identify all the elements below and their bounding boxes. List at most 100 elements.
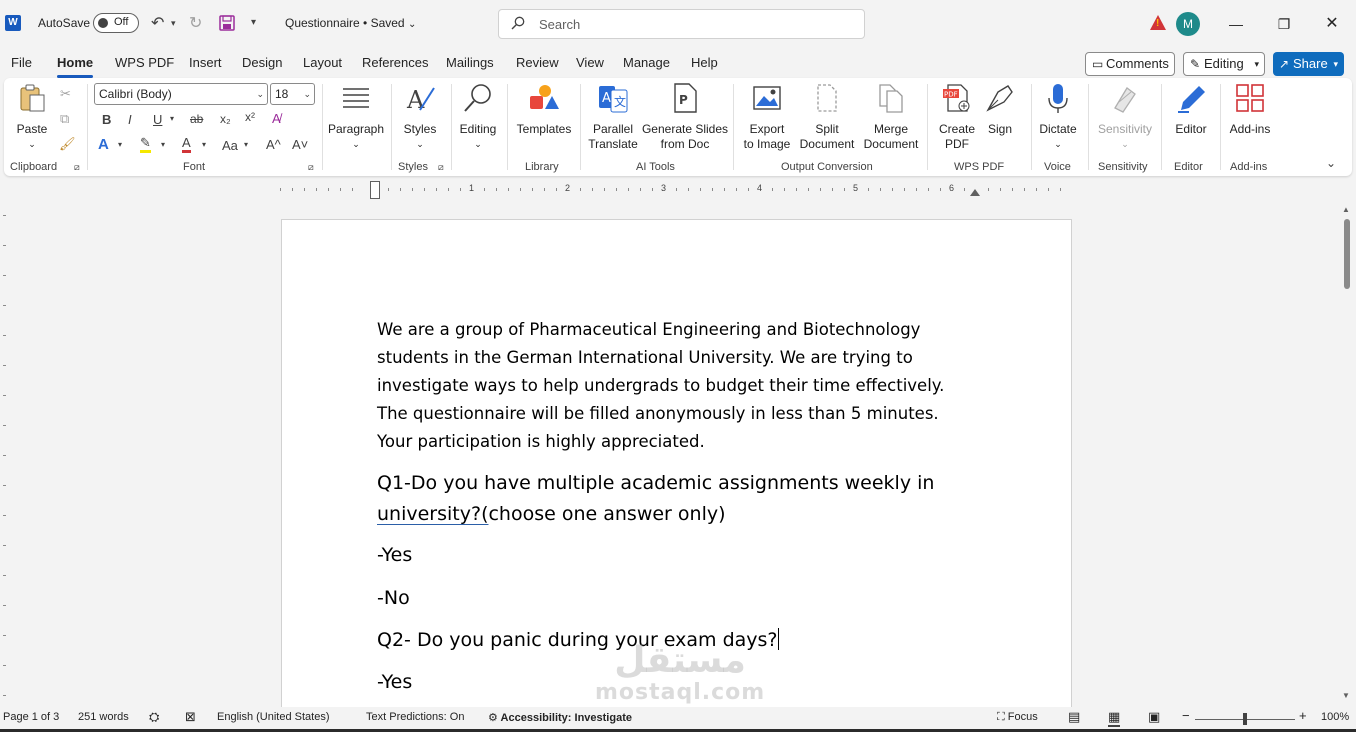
autosave-toggle[interactable]: Off	[93, 13, 139, 33]
chevron-down-icon[interactable]: ▾	[202, 140, 206, 149]
paragraph-button[interactable]: Paragraph ⌄	[326, 82, 386, 152]
format-painter-icon[interactable]: 🖌	[59, 136, 76, 152]
chevron-down-icon[interactable]: ▾	[244, 140, 248, 149]
italic-button[interactable]: I	[128, 112, 132, 127]
sensitivity-button[interactable]: Sensitivity ⌄	[1094, 82, 1156, 152]
proofing-icon[interactable]: ⛭	[149, 709, 159, 725]
read-mode-icon[interactable]: ▤	[1068, 709, 1080, 725]
tab-manage[interactable]: Manage	[623, 55, 670, 70]
page-count[interactable]: Page 1 of 3	[3, 711, 59, 723]
intro-paragraph[interactable]: We are a group of Pharmaceutical Enginee…	[377, 316, 977, 456]
tab-file[interactable]: File	[11, 55, 32, 70]
share-button[interactable]: ↗ Share ▾	[1273, 52, 1344, 76]
warning-icon[interactable]: !	[1150, 15, 1166, 30]
ruler-tick	[964, 188, 965, 191]
answer-yes[interactable]: -Yes	[377, 667, 412, 698]
font-color-icon[interactable]: A	[182, 136, 191, 153]
shrink-font-button[interactable]: A˅	[292, 137, 308, 152]
save-icon[interactable]	[219, 15, 235, 31]
grow-font-button[interactable]: A^	[266, 137, 281, 152]
answer-yes[interactable]: -Yes	[377, 540, 412, 571]
scroll-down-icon[interactable]: ▼	[1342, 691, 1350, 700]
change-case-button[interactable]: Aa	[222, 138, 238, 153]
minimize-icon[interactable]: —	[1224, 12, 1248, 36]
tab-mailings[interactable]: Mailings	[446, 55, 494, 70]
chevron-down-icon[interactable]: ▾	[118, 140, 122, 149]
accessibility-status[interactable]: ⚙ Accessibility: Investigate	[488, 711, 632, 724]
tab-help[interactable]: Help	[691, 55, 718, 70]
zoom-in-icon[interactable]: +	[1299, 708, 1307, 723]
collapse-ribbon-icon[interactable]: ⌄	[1326, 156, 1336, 170]
font-name-select[interactable]: Calibri (Body) ⌄	[94, 83, 268, 105]
styles-launcher-icon[interactable]: ⧄	[438, 162, 444, 173]
answer-no[interactable]: -No	[377, 583, 410, 614]
customize-toolbar-icon[interactable]: ▾	[251, 17, 256, 28]
subscript-button[interactable]: x₂	[220, 112, 231, 126]
close-icon[interactable]: ✕	[1320, 12, 1344, 36]
zoom-slider-thumb[interactable]	[1243, 713, 1247, 725]
language[interactable]: English (United States)	[217, 711, 330, 723]
avatar[interactable]: M	[1176, 12, 1200, 36]
vertical-scrollbar[interactable]: ▲ ▼	[1340, 203, 1354, 705]
print-layout-icon[interactable]: ▦	[1108, 709, 1121, 727]
bold-button[interactable]: B	[102, 112, 111, 127]
wps-pdf-group-label: WPS PDF	[954, 161, 1005, 173]
dictate-button[interactable]: Dictate ⌄	[1035, 82, 1081, 152]
generate-slides-button[interactable]: P Generate Slides from Doc	[640, 82, 730, 152]
editing-mode-button[interactable]: ✎ Editing ▾	[1183, 52, 1265, 76]
tab-layout[interactable]: Layout	[303, 55, 342, 70]
create-pdf-button[interactable]: PDF Create PDF	[934, 82, 980, 152]
chevron-down-icon[interactable]: ▾	[170, 114, 174, 123]
search-input[interactable]: Search	[498, 9, 865, 39]
highlight-icon[interactable]: ✎	[140, 136, 151, 153]
templates-button[interactable]: Templates	[512, 82, 576, 137]
zoom-level[interactable]: 100%	[1321, 711, 1349, 723]
parallel-translate-button[interactable]: A 文 Parallel Translate	[584, 82, 642, 152]
web-layout-icon[interactable]: ▣	[1148, 709, 1160, 725]
focus-button[interactable]: ⛶ Focus	[997, 711, 1038, 724]
tab-insert[interactable]: Insert	[189, 55, 222, 70]
chevron-down-icon[interactable]: ▾	[161, 140, 165, 149]
accessibility-view-icon[interactable]: ⊠	[185, 709, 196, 725]
font-size-select[interactable]: 18 ⌄	[270, 83, 315, 105]
redo-icon[interactable]: ↻	[189, 13, 202, 33]
tab-review[interactable]: Review	[516, 55, 559, 70]
split-document-button[interactable]: Split Document	[798, 82, 856, 152]
strikethrough-button[interactable]: ab	[190, 112, 203, 126]
tab-home[interactable]: Home	[57, 55, 94, 78]
export-to-image-button[interactable]: Export to Image	[738, 82, 796, 152]
zoom-out-icon[interactable]: −	[1182, 708, 1190, 723]
clear-formatting-icon[interactable]: A̸	[272, 111, 281, 126]
editor-button[interactable]: Editor	[1168, 82, 1214, 137]
indent-marker[interactable]	[370, 181, 380, 199]
add-ins-button[interactable]: Add-ins	[1226, 82, 1274, 137]
superscript-button[interactable]: x²	[245, 110, 255, 124]
sign-button[interactable]: Sign	[984, 82, 1016, 137]
word-count[interactable]: 251 words	[78, 711, 129, 723]
text-effects-icon[interactable]: A	[98, 136, 109, 153]
font-launcher-icon[interactable]: ⧄	[308, 162, 314, 173]
merge-document-button[interactable]: Merge Document	[860, 82, 922, 152]
tab-references[interactable]: References	[362, 55, 428, 70]
comments-button[interactable]: ▭ Comments	[1085, 52, 1175, 76]
scroll-up-icon[interactable]: ▲	[1342, 205, 1350, 214]
tab-design[interactable]: Design	[242, 55, 282, 70]
document-title[interactable]: Questionnaire • Saved ⌄	[285, 16, 416, 30]
restore-icon[interactable]: ❐	[1272, 12, 1296, 36]
tab-view[interactable]: View	[576, 55, 604, 70]
editing-button[interactable]: Editing ⌄	[455, 82, 501, 152]
scrollbar-thumb[interactable]	[1344, 219, 1350, 289]
underline-button[interactable]: U	[153, 112, 162, 127]
styles-button[interactable]: A Styles ⌄	[397, 82, 443, 152]
clipboard-launcher-icon[interactable]: ⧄	[74, 162, 80, 173]
question-1[interactable]: Q1-Do you have multiple academic assignm…	[377, 468, 934, 530]
undo-dropdown-icon[interactable]: ▾	[171, 18, 176, 29]
copy-icon[interactable]: ⧉	[60, 111, 69, 127]
right-indent-marker[interactable]	[970, 189, 980, 196]
undo-icon[interactable]: ↶	[151, 13, 164, 33]
cut-icon[interactable]: ✂	[60, 86, 71, 102]
spelling-underlined-text[interactable]: university?(	[377, 503, 488, 525]
text-predictions[interactable]: Text Predictions: On	[366, 711, 464, 723]
tab-wps-pdf[interactable]: WPS PDF	[115, 55, 174, 70]
paste-button[interactable]: Paste ⌄	[12, 82, 52, 152]
